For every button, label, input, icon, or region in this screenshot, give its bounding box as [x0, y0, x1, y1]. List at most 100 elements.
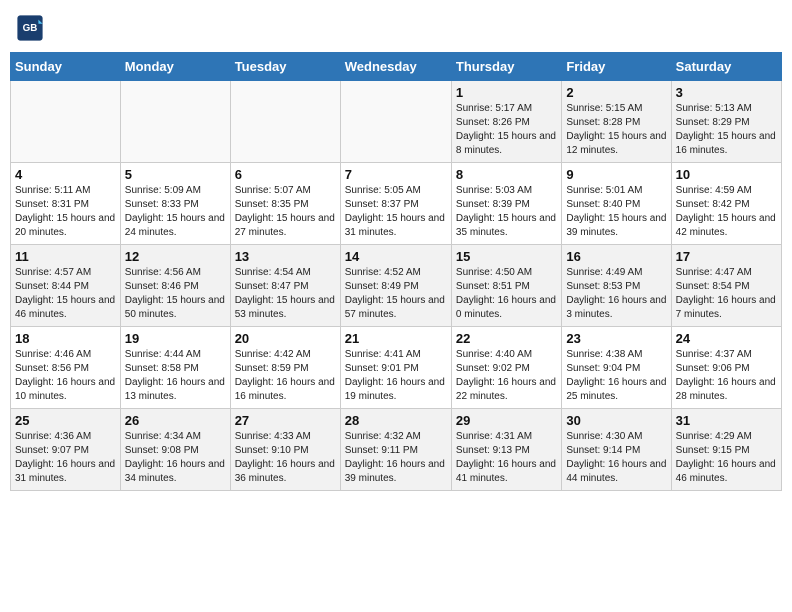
- day-cell: 25 Sunrise: 4:36 AM Sunset: 9:07 PM Dayli…: [11, 409, 121, 491]
- day-number: 1: [456, 85, 557, 100]
- day-info: Sunrise: 4:57 AM Sunset: 8:44 PM Dayligh…: [15, 266, 116, 322]
- header-day-wednesday: Wednesday: [340, 53, 451, 81]
- day-number: 12: [125, 249, 226, 264]
- day-cell: 9 Sunrise: 5:01 AM Sunset: 8:40 PM Daylig…: [562, 163, 671, 245]
- day-number: 16: [566, 249, 666, 264]
- day-number: 31: [676, 413, 777, 428]
- day-cell: 27Sunrise: 4:33 AM Sunset: 9:10 PM Dayli…: [230, 409, 340, 491]
- day-cell: 29 Sunrise: 4:31 AM Sunset: 9:13 PM Dayli…: [451, 409, 561, 491]
- day-info: Sunrise: 4:46 AM Sunset: 8:56 PM Dayligh…: [15, 348, 116, 404]
- day-cell: 12 Sunrise: 4:56 AM Sunset: 8:46 PM Dayli…: [120, 245, 230, 327]
- header-day-tuesday: Tuesday: [230, 53, 340, 81]
- day-info: Sunrise: 4:32 AM Sunset: 9:11 PM Dayligh…: [345, 430, 447, 486]
- day-cell: 10Sunrise: 4:59 AM Sunset: 8:42 PM Dayli…: [671, 163, 781, 245]
- day-number: 22: [456, 331, 557, 346]
- calendar-table: SundayMondayTuesdayWednesdayThursdayFrid…: [10, 52, 782, 491]
- day-info: Sunrise: 5:17 AM Sunset: 8:26 PM Dayligh…: [456, 102, 557, 158]
- day-cell: 5Sunrise: 5:09 AM Sunset: 8:33 PM Daylig…: [120, 163, 230, 245]
- day-cell: 11 Sunrise: 4:57 AM Sunset: 8:44 PM Dayli…: [11, 245, 121, 327]
- day-info: Sunrise: 4:42 AM Sunset: 8:59 PM Dayligh…: [235, 348, 336, 404]
- day-cell: 4 Sunrise: 5:11 AM Sunset: 8:31 PM Daylig…: [11, 163, 121, 245]
- day-cell: 20 Sunrise: 4:42 AM Sunset: 8:59 PM Dayli…: [230, 327, 340, 409]
- day-number: 11: [15, 249, 116, 264]
- day-number: 13: [235, 249, 336, 264]
- day-info: Sunrise: 4:41 AM Sunset: 9:01 PM Dayligh…: [345, 348, 447, 404]
- day-cell: 16 Sunrise: 4:49 AM Sunset: 8:53 PM Dayli…: [562, 245, 671, 327]
- day-info: Sunrise: 4:31 AM Sunset: 9:13 PM Dayligh…: [456, 430, 557, 486]
- day-number: 27: [235, 413, 336, 428]
- day-cell: 28 Sunrise: 4:32 AM Sunset: 9:11 PM Dayli…: [340, 409, 451, 491]
- day-number: 2: [566, 85, 666, 100]
- day-info: Sunrise: 5:13 AM Sunset: 8:29 PM Dayligh…: [676, 102, 777, 158]
- day-number: 28: [345, 413, 447, 428]
- header-day-sunday: Sunday: [11, 53, 121, 81]
- day-cell: 1 Sunrise: 5:17 AM Sunset: 8:26 PM Daylig…: [451, 81, 561, 163]
- header-day-thursday: Thursday: [451, 53, 561, 81]
- day-number: 21: [345, 331, 447, 346]
- calendar-body: 1 Sunrise: 5:17 AM Sunset: 8:26 PM Daylig…: [11, 81, 782, 491]
- svg-text:GB: GB: [23, 23, 38, 34]
- day-info: Sunrise: 4:52 AM Sunset: 8:49 PM Dayligh…: [345, 266, 447, 322]
- day-cell: 21 Sunrise: 4:41 AM Sunset: 9:01 PM Dayli…: [340, 327, 451, 409]
- day-number: 24: [676, 331, 777, 346]
- day-cell: 19 Sunrise: 4:44 AM Sunset: 8:58 PM Dayli…: [120, 327, 230, 409]
- day-number: 15: [456, 249, 557, 264]
- header-row: SundayMondayTuesdayWednesdayThursdayFrid…: [11, 53, 782, 81]
- day-cell: 8 Sunrise: 5:03 AM Sunset: 8:39 PM Daylig…: [451, 163, 561, 245]
- logo: GB: [16, 14, 48, 42]
- day-number: 8: [456, 167, 557, 182]
- header-day-friday: Friday: [562, 53, 671, 81]
- day-number: 6: [235, 167, 336, 182]
- day-number: 23: [566, 331, 666, 346]
- day-info: Sunrise: 4:37 AM Sunset: 9:06 PM Dayligh…: [676, 348, 777, 404]
- day-number: 3: [676, 85, 777, 100]
- day-number: 4: [15, 167, 116, 182]
- day-info: Sunrise: 4:44 AM Sunset: 8:58 PM Dayligh…: [125, 348, 226, 404]
- day-number: 20: [235, 331, 336, 346]
- day-cell: [340, 81, 451, 163]
- page-header: GB: [10, 10, 782, 46]
- day-info: Sunrise: 4:30 AM Sunset: 9:14 PM Dayligh…: [566, 430, 666, 486]
- day-info: Sunrise: 4:59 AM Sunset: 8:42 PM Dayligh…: [676, 184, 777, 240]
- day-number: 18: [15, 331, 116, 346]
- day-cell: 31 Sunrise: 4:29 AM Sunset: 9:15 PM Dayli…: [671, 409, 781, 491]
- day-cell: 6 Sunrise: 5:07 AM Sunset: 8:35 PM Daylig…: [230, 163, 340, 245]
- day-number: 19: [125, 331, 226, 346]
- day-cell: [11, 81, 121, 163]
- day-number: 17: [676, 249, 777, 264]
- day-cell: 3 Sunrise: 5:13 AM Sunset: 8:29 PM Daylig…: [671, 81, 781, 163]
- day-info: Sunrise: 4:56 AM Sunset: 8:46 PM Dayligh…: [125, 266, 226, 322]
- day-number: 14: [345, 249, 447, 264]
- day-cell: 23 Sunrise: 4:38 AM Sunset: 9:04 PM Dayli…: [562, 327, 671, 409]
- day-info: Sunrise: 5:07 AM Sunset: 8:35 PM Dayligh…: [235, 184, 336, 240]
- day-info: Sunrise: 4:38 AM Sunset: 9:04 PM Dayligh…: [566, 348, 666, 404]
- day-cell: 14 Sunrise: 4:52 AM Sunset: 8:49 PM Dayli…: [340, 245, 451, 327]
- week-row-1: 1 Sunrise: 5:17 AM Sunset: 8:26 PM Daylig…: [11, 81, 782, 163]
- week-row-4: 18 Sunrise: 4:46 AM Sunset: 8:56 PM Dayli…: [11, 327, 782, 409]
- day-cell: 18 Sunrise: 4:46 AM Sunset: 8:56 PM Dayli…: [11, 327, 121, 409]
- day-info: Sunrise: 4:29 AM Sunset: 9:15 PM Dayligh…: [676, 430, 777, 486]
- day-number: 25: [15, 413, 116, 428]
- day-number: 5: [125, 167, 226, 182]
- day-info: Sunrise: 5:01 AM Sunset: 8:40 PM Dayligh…: [566, 184, 666, 240]
- week-row-5: 25 Sunrise: 4:36 AM Sunset: 9:07 PM Dayli…: [11, 409, 782, 491]
- day-info: Sunrise: 5:03 AM Sunset: 8:39 PM Dayligh…: [456, 184, 557, 240]
- day-info: Sunrise: 4:47 AM Sunset: 8:54 PM Dayligh…: [676, 266, 777, 322]
- day-info: Sunrise: 4:49 AM Sunset: 8:53 PM Dayligh…: [566, 266, 666, 322]
- day-number: 29: [456, 413, 557, 428]
- day-cell: 7 Sunrise: 5:05 AM Sunset: 8:37 PM Daylig…: [340, 163, 451, 245]
- day-info: Sunrise: 4:36 AM Sunset: 9:07 PM Dayligh…: [15, 430, 116, 486]
- day-info: Sunrise: 5:15 AM Sunset: 8:28 PM Dayligh…: [566, 102, 666, 158]
- day-number: 7: [345, 167, 447, 182]
- week-row-3: 11 Sunrise: 4:57 AM Sunset: 8:44 PM Dayli…: [11, 245, 782, 327]
- day-info: Sunrise: 5:11 AM Sunset: 8:31 PM Dayligh…: [15, 184, 116, 240]
- day-number: 9: [566, 167, 666, 182]
- header-day-saturday: Saturday: [671, 53, 781, 81]
- day-cell: 13Sunrise: 4:54 AM Sunset: 8:47 PM Dayli…: [230, 245, 340, 327]
- week-row-2: 4 Sunrise: 5:11 AM Sunset: 8:31 PM Daylig…: [11, 163, 782, 245]
- day-cell: 26Sunrise: 4:34 AM Sunset: 9:08 PM Dayli…: [120, 409, 230, 491]
- day-cell: 22Sunrise: 4:40 AM Sunset: 9:02 PM Dayli…: [451, 327, 561, 409]
- day-info: Sunrise: 5:05 AM Sunset: 8:37 PM Dayligh…: [345, 184, 447, 240]
- logo-icon: GB: [16, 14, 44, 42]
- day-cell: 17 Sunrise: 4:47 AM Sunset: 8:54 PM Dayli…: [671, 245, 781, 327]
